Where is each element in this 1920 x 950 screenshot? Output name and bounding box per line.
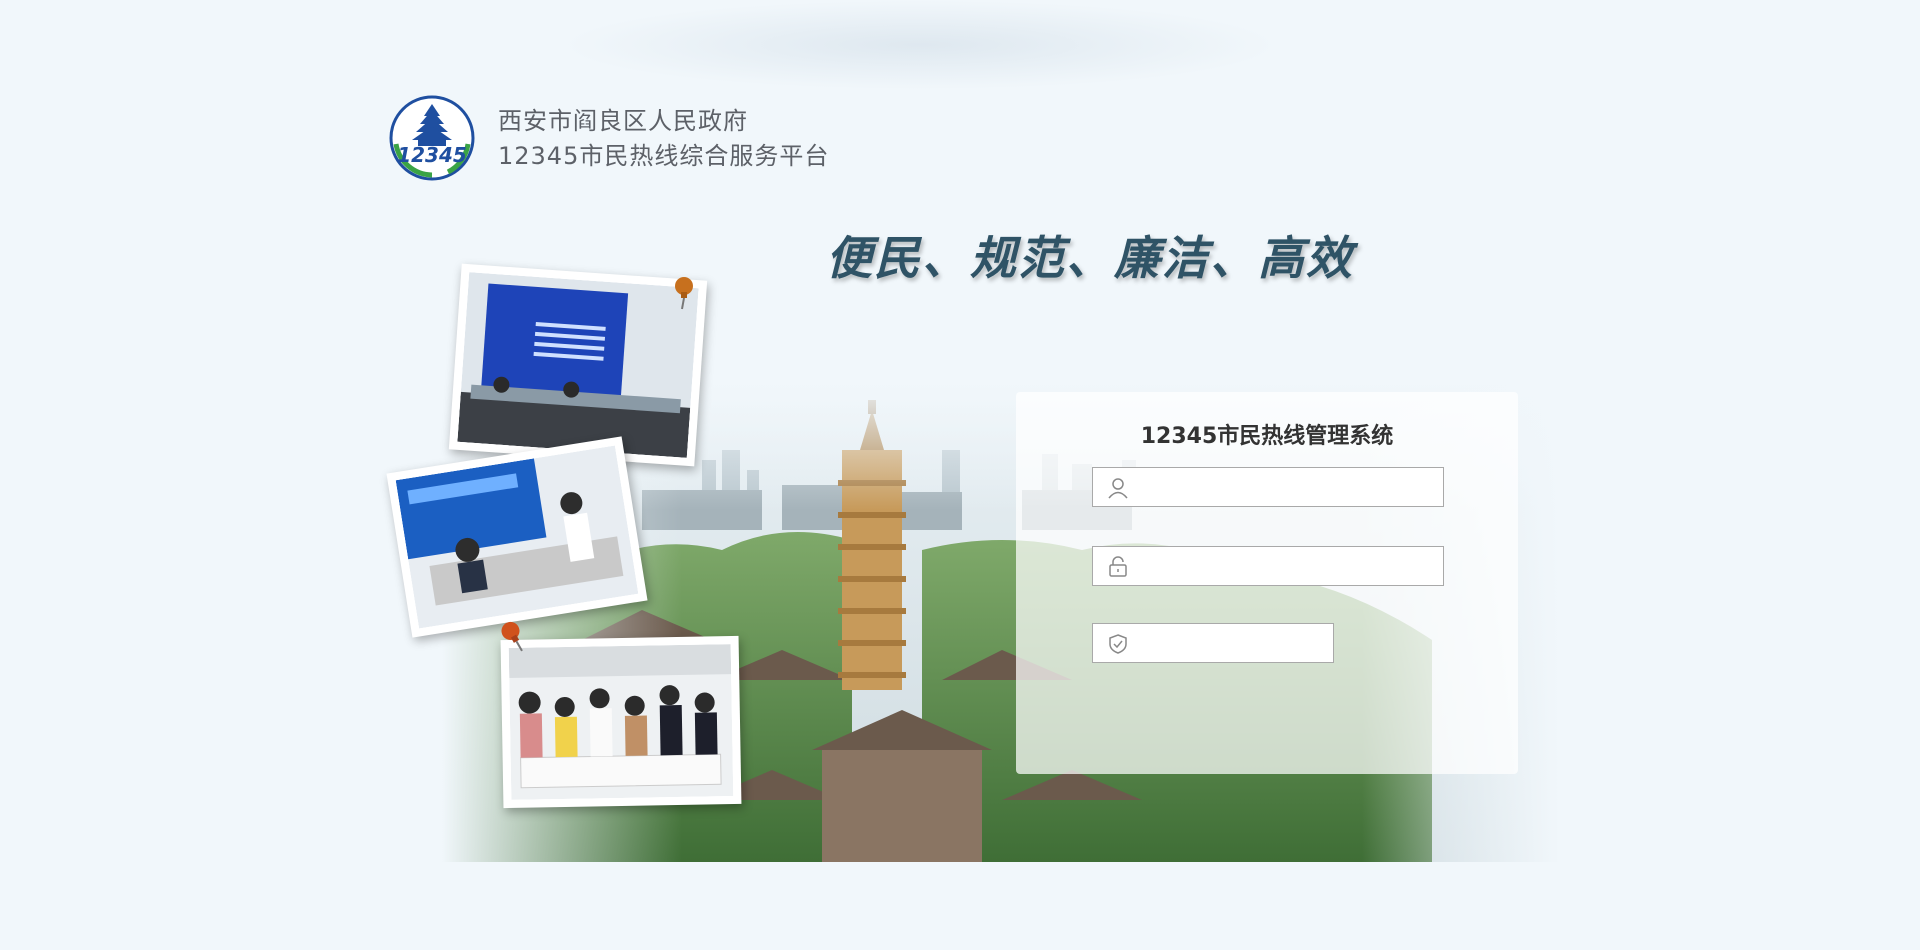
- captcha-input[interactable]: [1139, 624, 1325, 664]
- government-name: 西安市阎良区人民政府: [498, 107, 748, 135]
- platform-name: 12345市民热线综合服务平台: [498, 142, 830, 170]
- photo-staff-meeting: [500, 635, 742, 809]
- password-field[interactable]: [1092, 546, 1444, 587]
- shield-check-icon: [1109, 634, 1127, 654]
- password-input[interactable]: [1139, 547, 1435, 587]
- hotline-logo: 12345: [389, 95, 475, 181]
- lock-icon: [1109, 556, 1127, 577]
- username-input[interactable]: [1139, 468, 1435, 508]
- slogan: 便民、规范、廉洁、高效: [826, 231, 1354, 285]
- captcha-field[interactable]: [1092, 623, 1334, 664]
- login-card: 12345市民热线管理系统: [1016, 392, 1518, 774]
- top-glow: [560, 0, 1280, 90]
- user-icon: [1108, 478, 1128, 499]
- username-field[interactable]: [1092, 467, 1444, 508]
- header-titles: 西安市阎良区人民政府 12345市民热线综合服务平台: [498, 104, 829, 174]
- photo-service-hall: [448, 263, 708, 467]
- pushpin-icon: [675, 277, 693, 310]
- logo-text: 12345: [397, 143, 467, 167]
- login-title: 12345市民热线管理系统: [1140, 424, 1394, 449]
